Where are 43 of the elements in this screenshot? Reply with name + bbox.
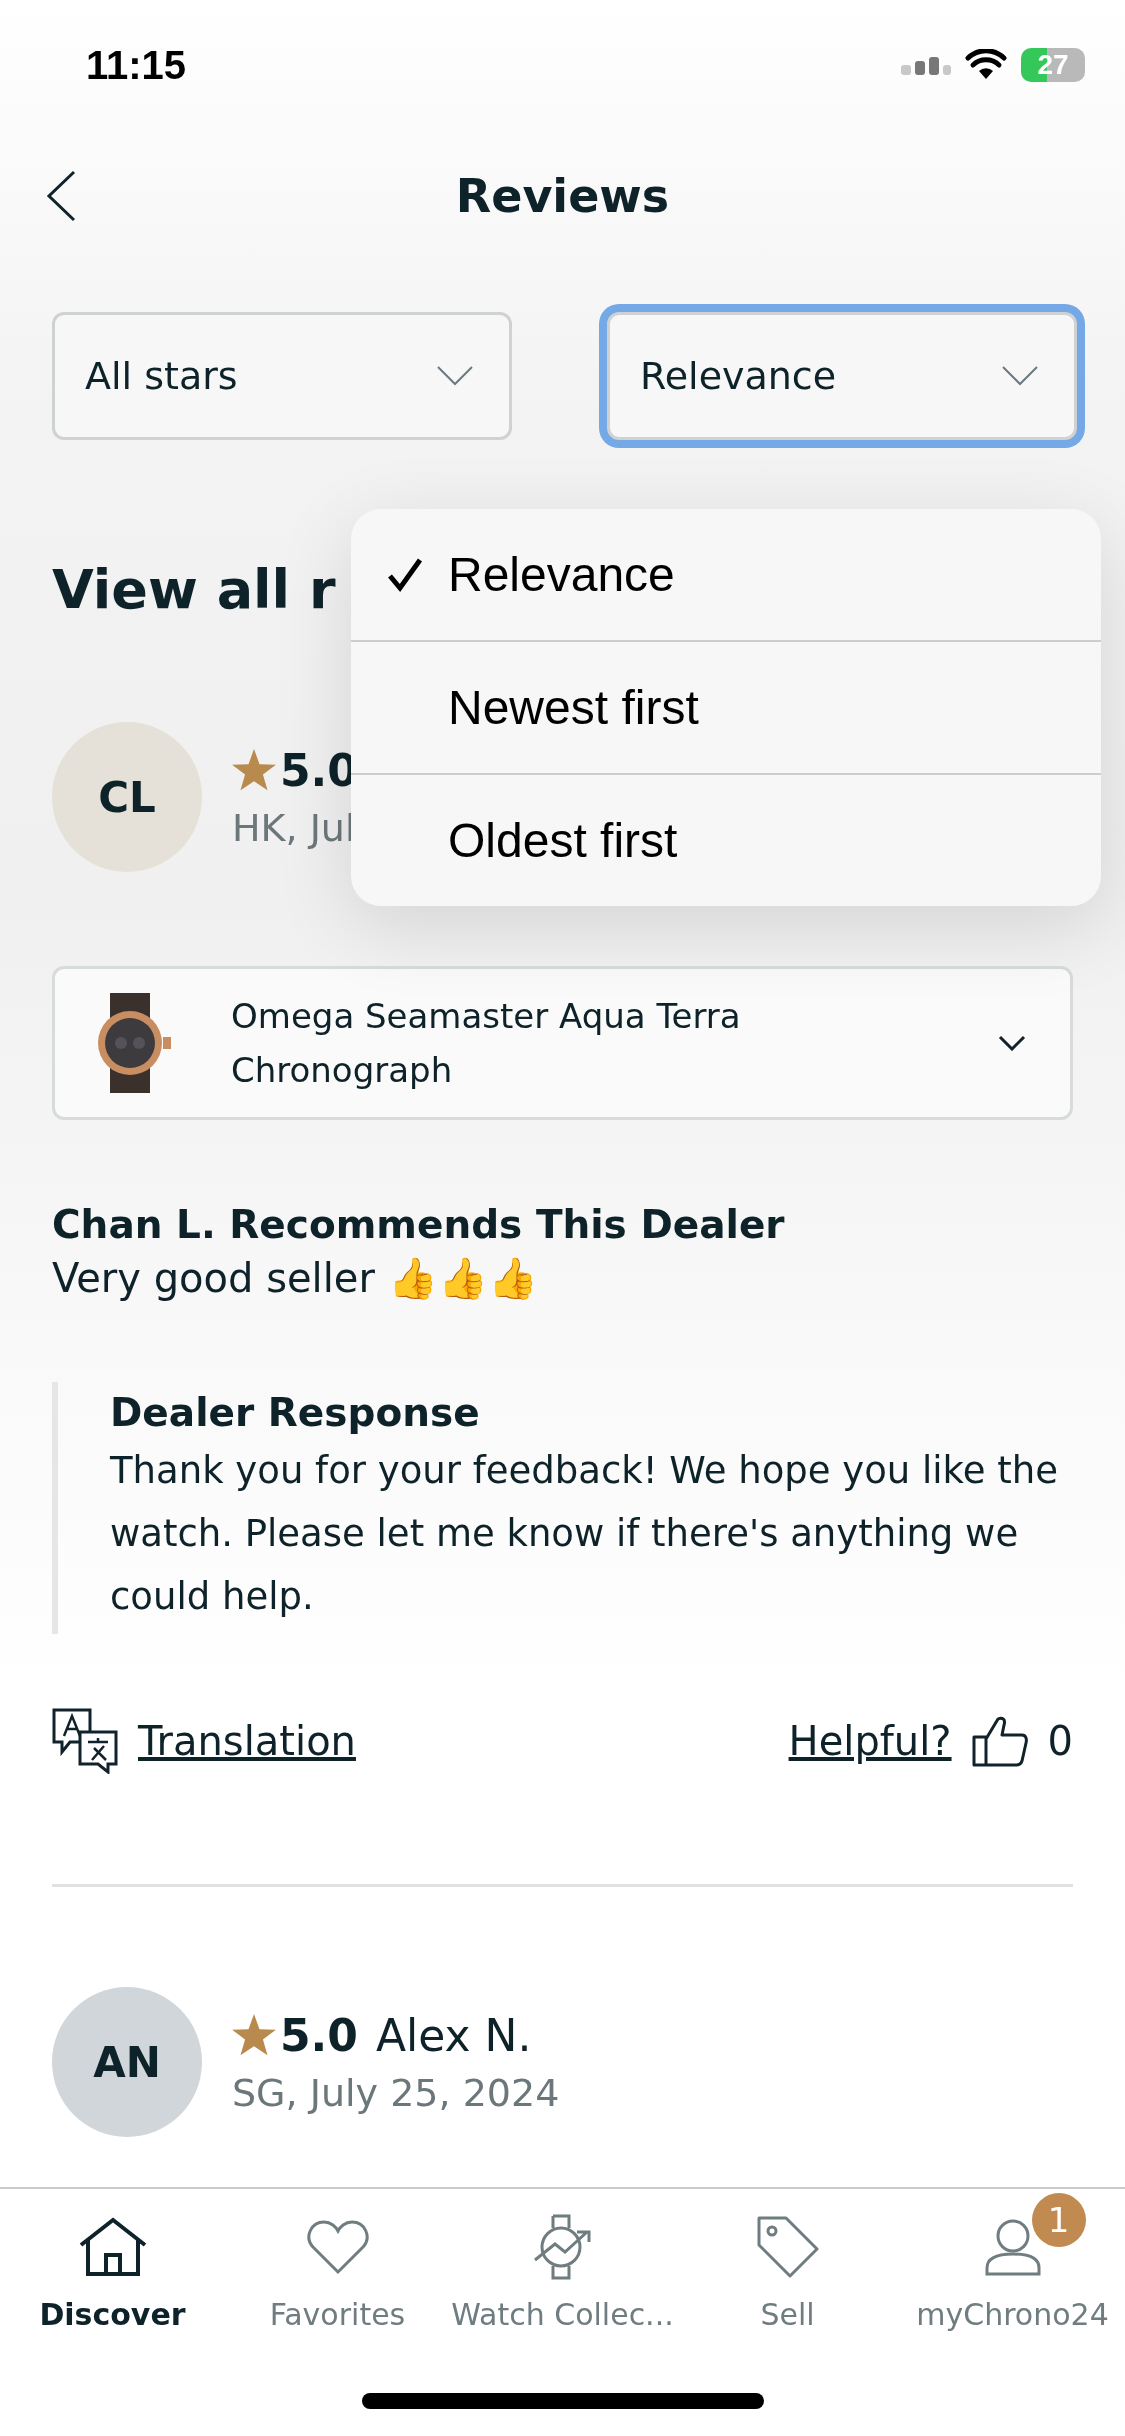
product-name: Omega Seamaster Aqua Terra Chronograph [231, 995, 742, 1092]
menu-item[interactable]: Oldest first [351, 773, 1101, 906]
reviewer-name: Alex N. [375, 2009, 532, 2061]
home-icon [77, 2217, 148, 2277]
tab[interactable]: 1 myChrono24 [900, 2189, 1125, 2436]
avatar: CL [52, 722, 202, 872]
star-icon [232, 749, 276, 791]
filter-dropdown[interactable]: All stars [52, 312, 512, 440]
section-title: View all r [52, 558, 336, 621]
thumbs-up-icon[interactable] [971, 1715, 1028, 1767]
wifi-icon [965, 49, 1007, 81]
helpful-link[interactable]: Helpful? [788, 1718, 952, 1764]
tab[interactable]: Discover [0, 2189, 225, 2436]
review-date: SG, July 25, 2024 [232, 2070, 560, 2115]
chevron-down-icon [1002, 366, 1038, 386]
chevron-down-icon [998, 1035, 1026, 1051]
heart-icon [306, 2219, 369, 2275]
translate-icon[interactable] [52, 1708, 118, 1774]
avatar: AN [52, 1987, 202, 2137]
person-icon [983, 2218, 1042, 2276]
status-time: 11:15 [86, 42, 187, 88]
signal-icon [901, 55, 951, 75]
product-card[interactable]: Omega Seamaster Aqua Terra Chronograph [52, 966, 1073, 1120]
helpful-count: 0 [1047, 1718, 1073, 1764]
review-text: Very good seller 👍👍👍 [51, 1254, 539, 1302]
notification-badge: 1 [1031, 2193, 1086, 2247]
tab[interactable]: Sell [675, 2189, 900, 2436]
review-headline: Chan L. Recommends This Dealer [51, 1201, 786, 1247]
rating-value: 5.0 [280, 2009, 358, 2061]
tab[interactable]: Watch Collec... [450, 2189, 675, 2436]
translation-link[interactable]: Translation [138, 1718, 356, 1764]
watch-icon [532, 2214, 593, 2280]
tab[interactable]: Favorites [225, 2189, 450, 2436]
checkmark-icon [387, 557, 423, 593]
menu-item[interactable]: Newest first [351, 640, 1101, 773]
chevron-down-icon [437, 366, 473, 386]
page-title: Reviews [455, 169, 670, 223]
star-icon [232, 2014, 276, 2056]
response-title: Dealer Response [110, 1390, 481, 1435]
tag-icon [755, 2215, 820, 2279]
response-text: Thank you for your feedback! We hope you like the watch. Please let me know if there's anything we could help. [110, 1448, 1059, 1620]
back-icon[interactable] [46, 170, 76, 222]
menu-item[interactable]: Relevance [351, 509, 1101, 640]
